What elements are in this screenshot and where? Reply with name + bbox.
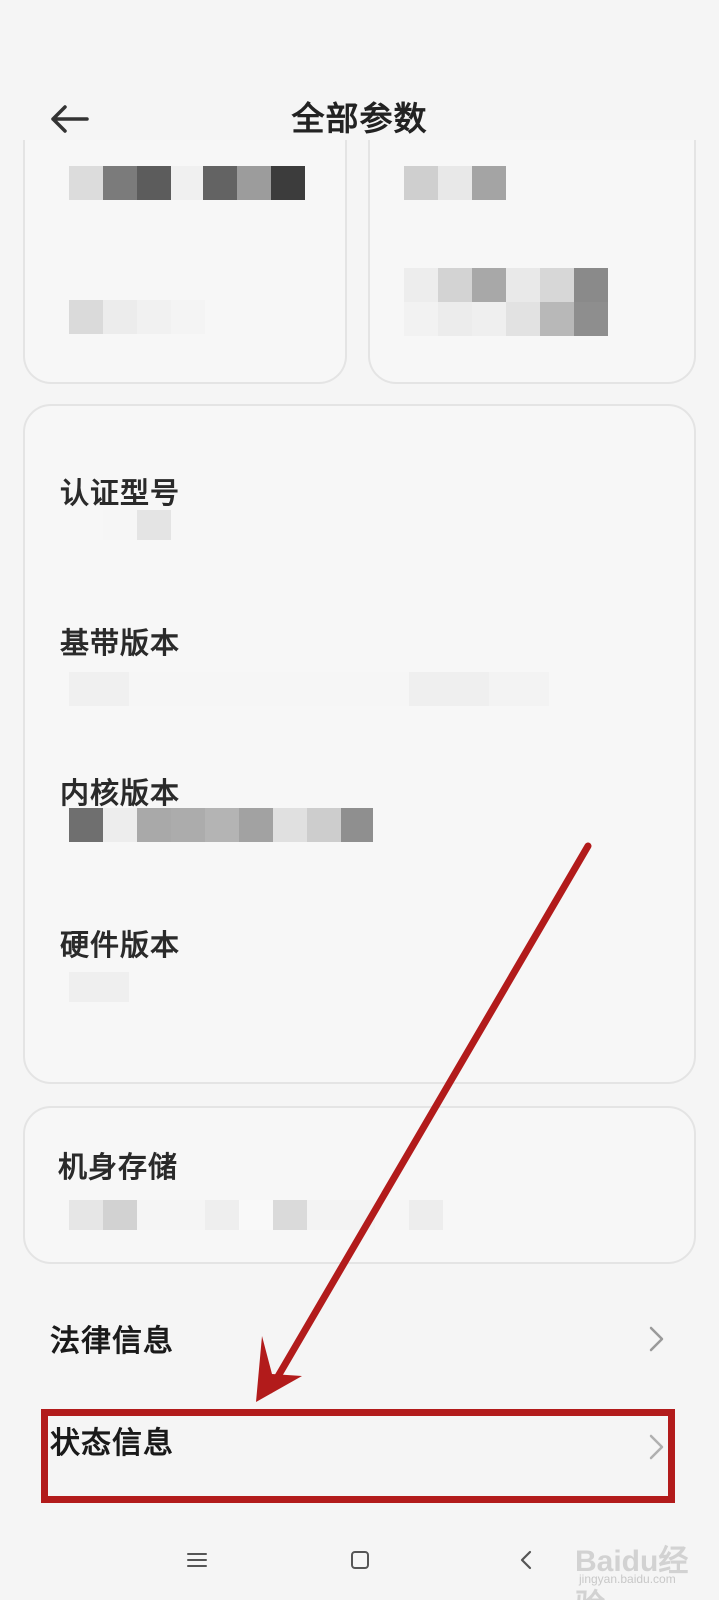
spec-label-storage: 机身存储 <box>58 1150 179 1184</box>
page-title: 全部参数 <box>291 99 428 138</box>
blurred-value <box>404 166 506 200</box>
spec-label-kernel: 内核版本 <box>60 776 181 810</box>
row-label: 法律信息 <box>50 1324 174 1359</box>
menu-button[interactable] <box>175 1538 219 1582</box>
blurred-value <box>69 808 373 842</box>
blurred-value <box>404 302 608 336</box>
watermark-sub: jingyan.baidu.com <box>579 1572 676 1586</box>
blurred-value <box>69 166 305 200</box>
spec-label-hardware: 硬件版本 <box>60 928 181 962</box>
system-nav-bar: Baidu经验 jingyan.baidu.com <box>0 1524 719 1600</box>
menu-icon <box>187 1553 207 1567</box>
baidu-watermark: Baidu经验 jingyan.baidu.com <box>561 1532 711 1600</box>
spec-label-certified-model: 认证型号 <box>60 476 181 510</box>
spec-card-left <box>23 140 347 384</box>
spec-card-versions: 认证型号 基带版本 内核版本 硬件版本 <box>23 404 696 1084</box>
blurred-value <box>69 300 205 334</box>
home-button[interactable] <box>338 1538 382 1582</box>
blurred-value <box>103 510 171 540</box>
watermark-text: Baidu经验 <box>575 1545 689 1600</box>
row-legal-info[interactable]: 法律信息 <box>0 1292 719 1388</box>
blurred-value <box>69 972 129 1002</box>
chevron-right-icon <box>649 1326 664 1352</box>
blurred-value <box>69 672 549 706</box>
back-triangle-icon <box>520 1550 532 1570</box>
blurred-value <box>404 268 608 302</box>
home-square-icon <box>351 1551 369 1569</box>
spec-label-baseband: 基带版本 <box>60 626 181 660</box>
spec-card-storage: 机身存储 <box>23 1106 696 1264</box>
annotation-highlight-box <box>41 1409 675 1503</box>
spec-card-right <box>368 140 696 384</box>
nav-back-button[interactable] <box>504 1538 548 1582</box>
blurred-value <box>69 1200 477 1230</box>
